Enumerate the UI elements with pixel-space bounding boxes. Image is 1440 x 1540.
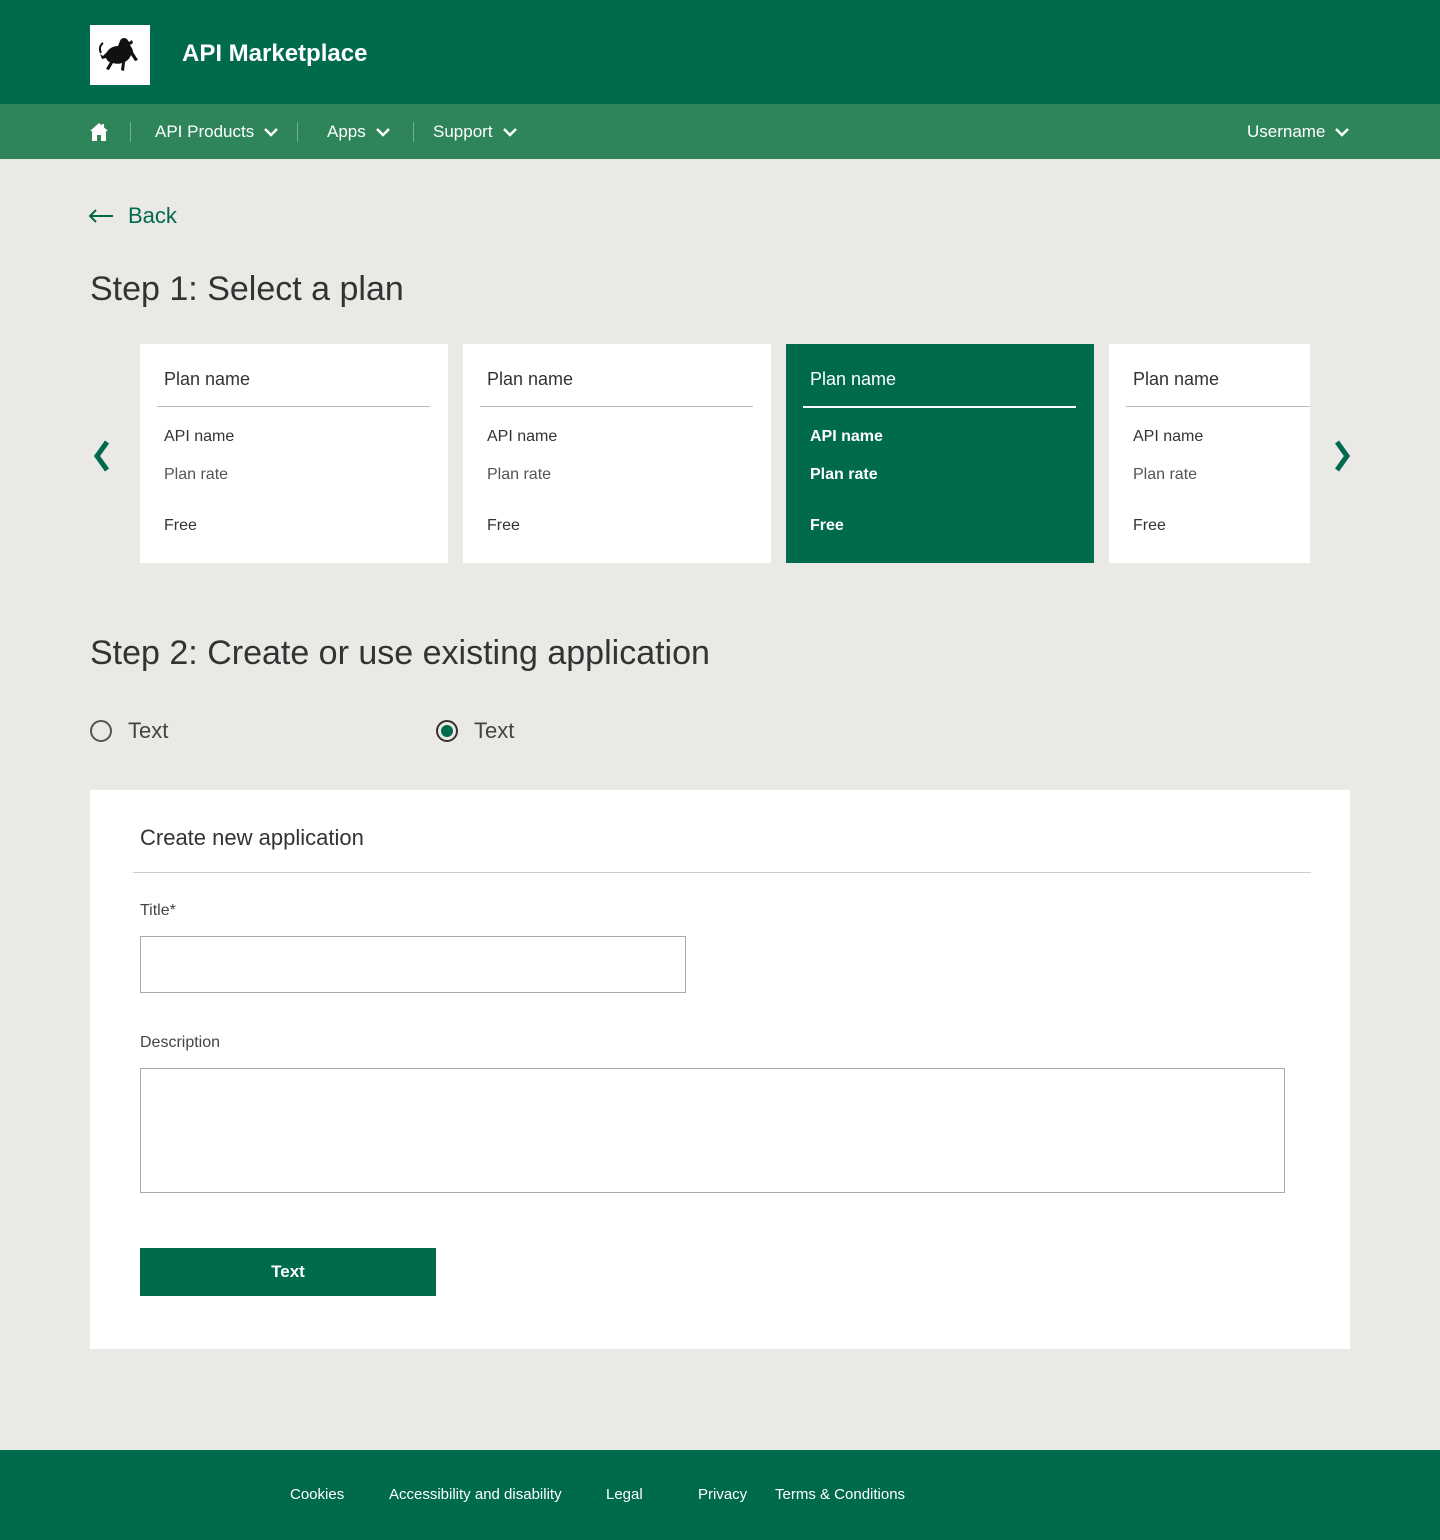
plan-name: Plan name: [1133, 369, 1220, 389]
nav-item-label: Apps: [327, 121, 366, 141]
header: API Marketplace: [0, 0, 1440, 104]
panel-title: Create new application: [140, 825, 364, 850]
nav-item-label: Support: [433, 121, 493, 141]
plan-divider: [803, 406, 1076, 408]
footer-link-cookies[interactable]: Cookies: [290, 1486, 344, 1503]
plan-card[interactable]: Plan name API name Plan rate Free: [463, 344, 771, 563]
chevron-down-icon: [264, 127, 279, 137]
plan-name: Plan name: [164, 369, 251, 389]
plan-api-name: API name: [487, 428, 558, 445]
plan-name: Plan name: [810, 369, 897, 389]
plan-price: Free: [1133, 517, 1166, 534]
plan-api-name: API name: [164, 428, 235, 445]
plan-price: Free: [810, 517, 844, 534]
create-application-panel: Create new application Title* Descriptio…: [90, 790, 1350, 1349]
nav-item-label: API Products: [155, 121, 255, 141]
title-label: Title*: [140, 902, 176, 919]
radio-label: Text: [474, 718, 515, 743]
nav-divider: [297, 122, 298, 142]
plan-price: Free: [487, 517, 520, 534]
plan-name: Plan name: [487, 369, 574, 389]
title-input[interactable]: [140, 936, 686, 993]
nav-divider: [130, 122, 131, 142]
radio-option-create[interactable]: Text: [90, 718, 168, 744]
plan-card[interactable]: Plan name API name Plan rate Free: [140, 344, 448, 563]
footer-link-accessibility[interactable]: Accessibility and disability: [389, 1486, 562, 1503]
plan-rate: Plan rate: [164, 466, 229, 483]
plan-api-name: API name: [810, 428, 883, 445]
plan-divider: [1126, 406, 1310, 407]
chevron-down-icon: [1335, 127, 1350, 137]
nav-item-api-products[interactable]: API Products: [155, 104, 279, 159]
nav-item-apps[interactable]: Apps: [327, 104, 390, 159]
logo[interactable]: [90, 25, 150, 85]
step-2-title: Step 2: Create or use existing applicati…: [90, 634, 710, 672]
nav-divider: [413, 122, 414, 142]
plan-api-name: API name: [1133, 428, 1204, 445]
plan-price: Free: [164, 517, 197, 534]
chevron-right-icon[interactable]: [1330, 438, 1354, 474]
back-link[interactable]: Back: [88, 203, 177, 229]
radio-button-checked[interactable]: [436, 720, 458, 742]
app-title: API Marketplace: [182, 40, 368, 67]
plan-divider: [157, 406, 430, 407]
main-navigation: API Products Apps Support Username: [0, 104, 1440, 159]
back-label: Back: [128, 203, 177, 228]
footer-link-privacy[interactable]: Privacy: [698, 1486, 747, 1503]
plan-rate: Plan rate: [810, 466, 878, 483]
footer-link-terms[interactable]: Terms & Conditions: [775, 1486, 905, 1503]
radio-button[interactable]: [90, 720, 112, 742]
username-label: Username: [1247, 121, 1326, 141]
chevron-down-icon: [375, 127, 390, 137]
panel-divider: [133, 872, 1311, 873]
footer-link-legal[interactable]: Legal: [606, 1486, 643, 1503]
home-icon[interactable]: [89, 122, 109, 142]
step-1-title: Step 1: Select a plan: [90, 270, 404, 308]
plan-divider: [480, 406, 753, 407]
submit-button[interactable]: Text: [140, 1248, 436, 1296]
arrow-left-icon: [88, 209, 113, 223]
radio-label: Text: [128, 718, 169, 743]
chevron-left-icon[interactable]: [90, 438, 114, 474]
footer: Cookies Accessibility and disability Leg…: [0, 1450, 1440, 1540]
description-textarea[interactable]: [140, 1068, 1285, 1193]
plan-card-selected[interactable]: Plan name API name Plan rate Free: [786, 344, 1094, 563]
chevron-down-icon: [502, 127, 517, 137]
plan-rate: Plan rate: [1133, 466, 1198, 483]
plan-card[interactable]: Plan name API name Plan rate Free: [1109, 344, 1310, 563]
black-horse-logo-icon: [98, 37, 138, 71]
plan-rate: Plan rate: [487, 466, 552, 483]
description-label: Description: [140, 1034, 221, 1051]
nav-item-support[interactable]: Support: [433, 104, 517, 159]
user-menu[interactable]: Username: [1247, 104, 1350, 159]
radio-option-existing[interactable]: Text: [436, 718, 514, 744]
